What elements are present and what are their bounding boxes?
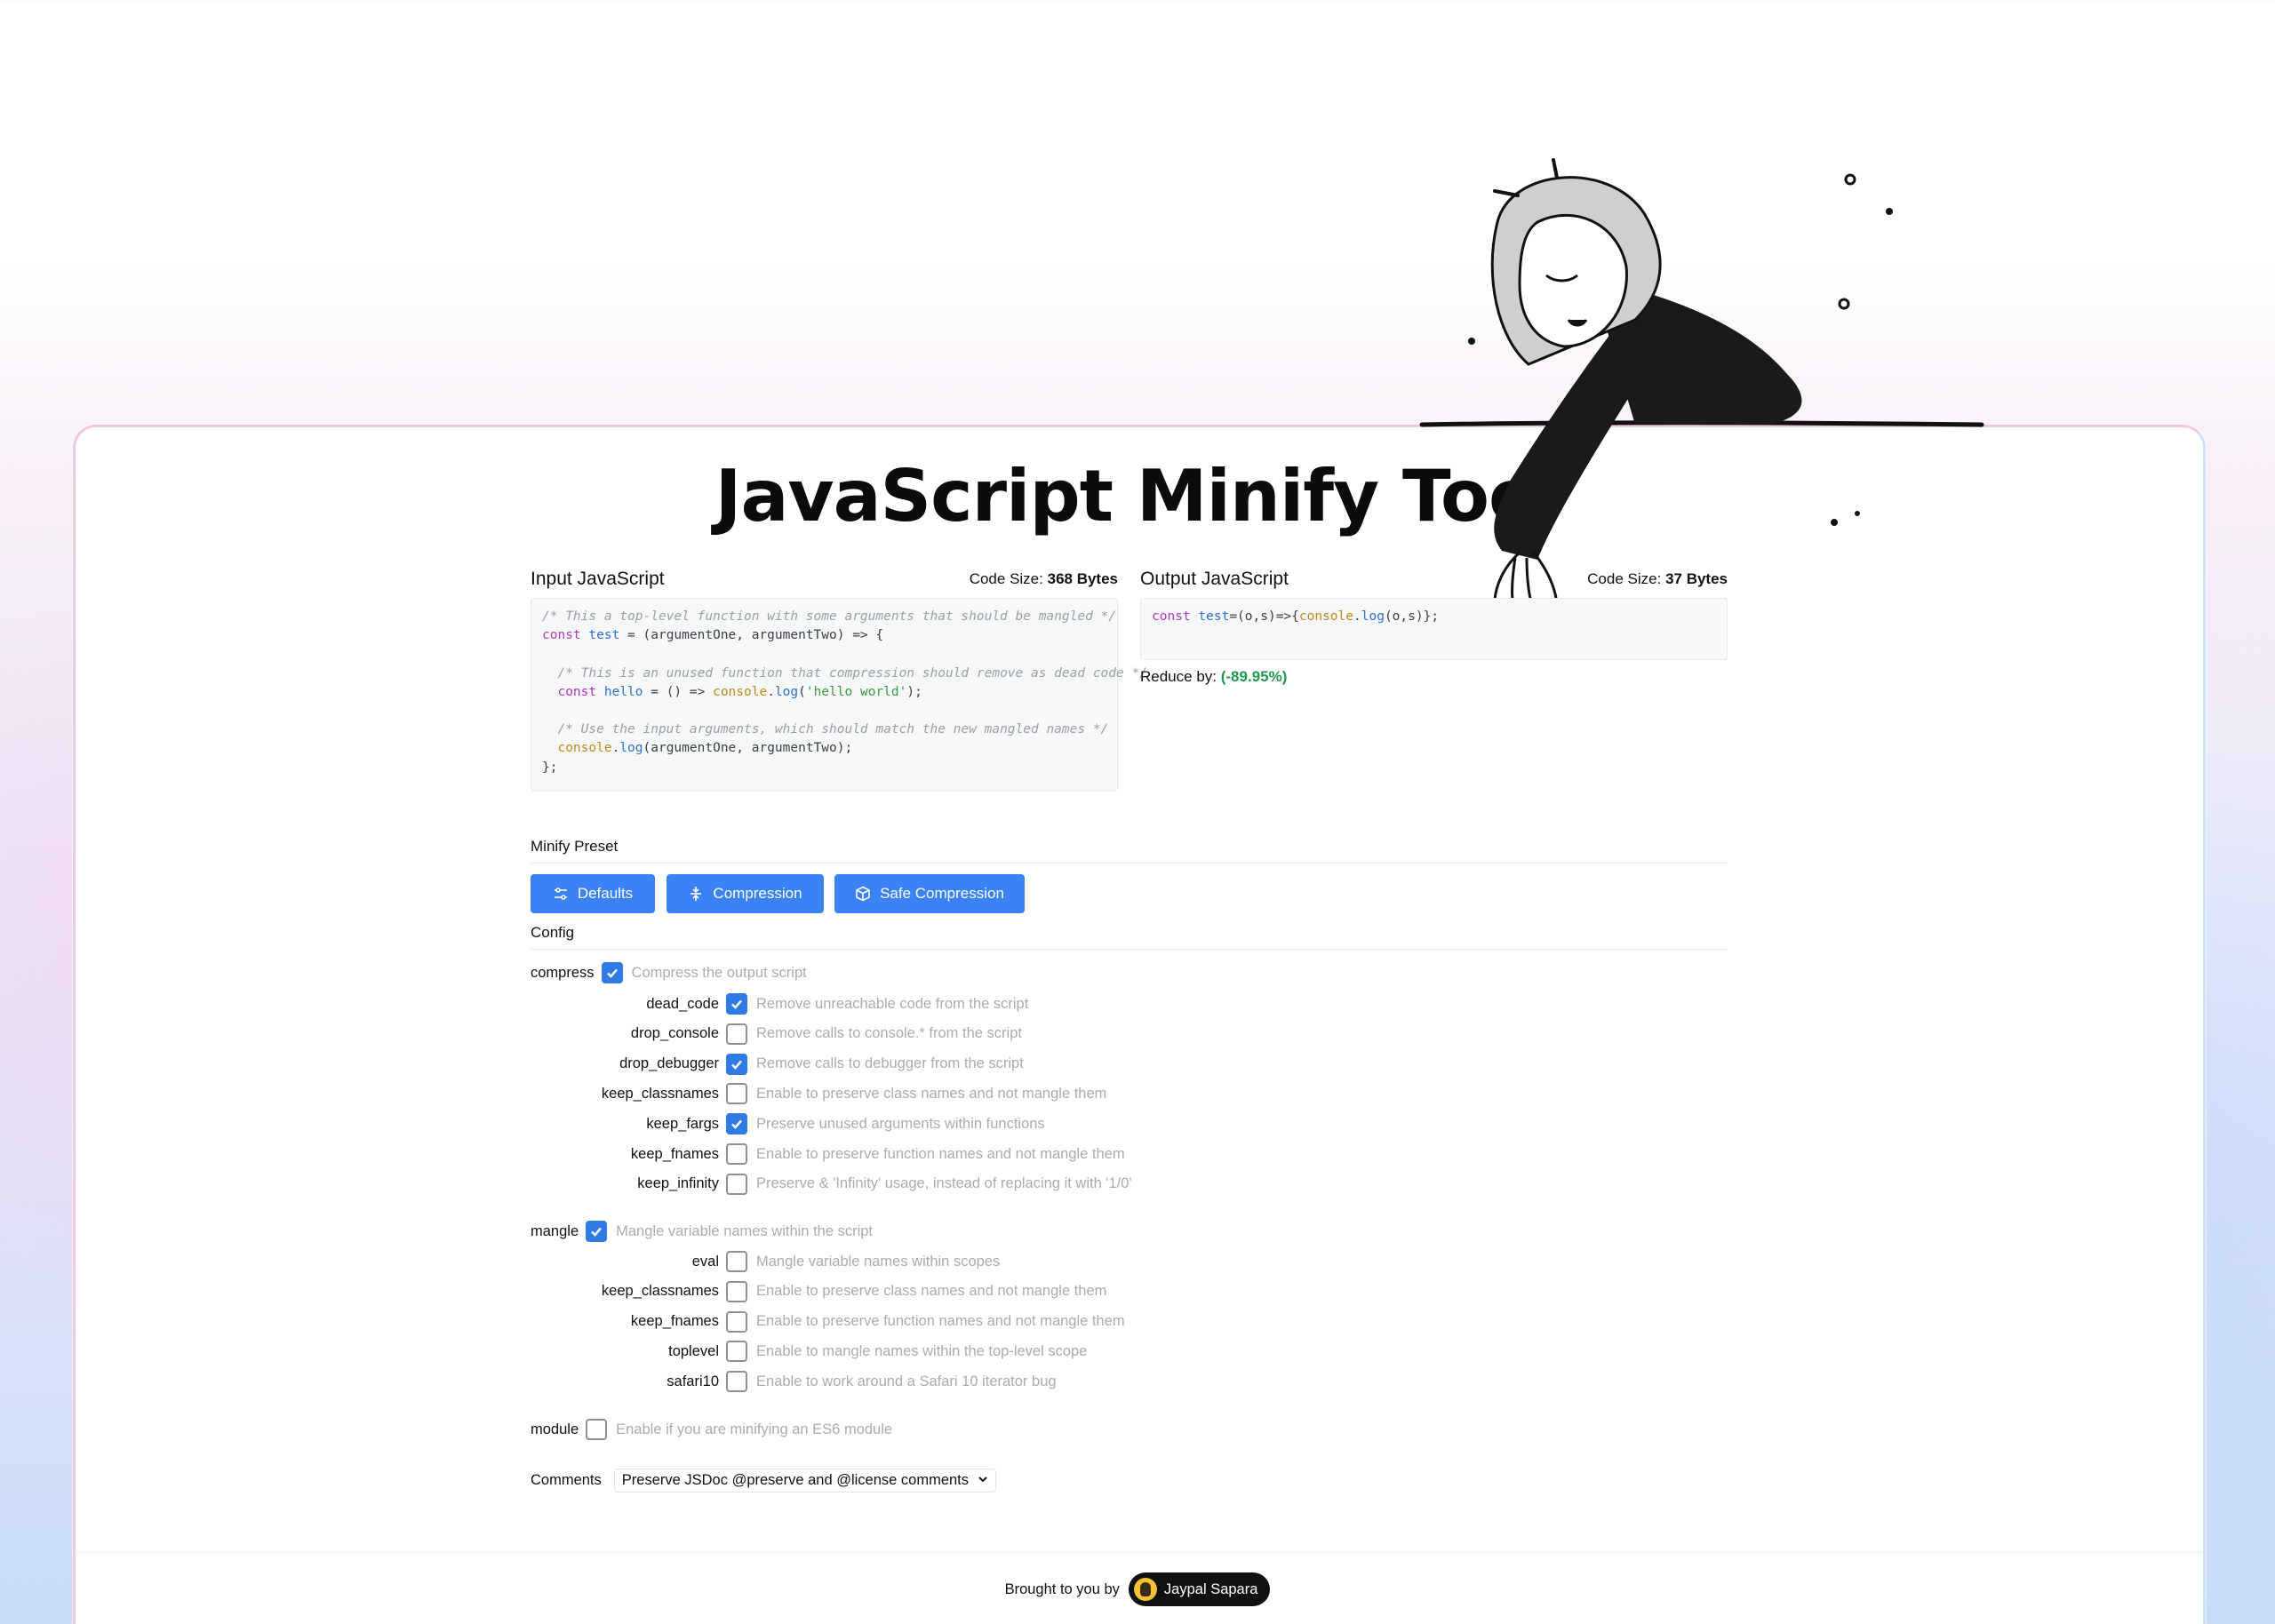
config-row-eval: eval Mangle variable names within scopes	[523, 1249, 1000, 1274]
drop-debugger-checkbox[interactable]	[726, 1053, 747, 1075]
option-name: safari10	[667, 1373, 719, 1389]
option-name: dead_code	[646, 995, 719, 1012]
preset-section-title: Minify Preset	[531, 838, 1728, 864]
compression-button[interactable]: Compression	[667, 874, 824, 913]
option-name: keep_fnames	[630, 1313, 719, 1330]
option-name: keep_fargs	[646, 1115, 719, 1132]
option-description: Remove unreachable code from the script	[756, 995, 1029, 1012]
option-description: Mangle variable names within scopes	[756, 1253, 1001, 1270]
output-header: Output JavaScript Code Size: 37 Bytes	[1140, 565, 1728, 593]
footer-divider	[75, 1552, 2204, 1553]
config-row-keep-fnames: keep_fnames Enable to preserve function n…	[523, 1310, 1125, 1334]
footer: Brought to you by Jaypal Sapara	[0, 1572, 2275, 1606]
safe-compression-button[interactable]: Safe Compression	[834, 874, 1025, 913]
compress-arrows-icon	[688, 886, 704, 902]
option-description: Compress the output script	[631, 964, 807, 981]
option-description: Mangle variable names within the script	[616, 1222, 874, 1239]
option-description: Enable to preserve class names and not m…	[756, 1283, 1107, 1300]
option-description: Enable to preserve function names and no…	[756, 1313, 1125, 1330]
box-icon	[855, 886, 871, 902]
option-name: toplevel	[668, 1342, 719, 1359]
option-name: drop_debugger	[619, 1055, 719, 1072]
option-name: keep_fnames	[630, 1145, 719, 1162]
config-row-drop-console: drop_console Remove calls to console.* fr…	[523, 1022, 1022, 1047]
keep-fnames-checkbox[interactable]	[726, 1143, 747, 1165]
dead-code-checkbox[interactable]	[726, 993, 747, 1015]
option-name: mangle	[531, 1222, 579, 1239]
option-name: keep_classnames	[601, 1283, 719, 1300]
input-header: Input JavaScript Code Size: 368 Bytes	[531, 565, 1118, 593]
config-section-title: Config	[531, 924, 1728, 950]
config-row-keep-infinity: keep_infinity Preserve & 'Infinity' usage…	[523, 1172, 1132, 1197]
option-name: keep_classnames	[601, 1085, 719, 1102]
input-code-editor[interactable]: /* This a top-level function with some a…	[531, 598, 1147, 791]
option-name: compress	[531, 964, 595, 981]
mangle-checkbox[interactable]	[586, 1221, 608, 1242]
keep-fargs-checkbox[interactable]	[726, 1113, 747, 1135]
output-label: Output JavaScript	[1140, 569, 1289, 589]
output-code-size: Code Size: 37 Bytes	[1587, 570, 1728, 587]
option-description: Preserve & 'Infinity' usage, instead of …	[756, 1175, 1132, 1192]
output-code-editor[interactable]: const test=(o,s)=>{console.log(o,s)};	[1140, 598, 1728, 660]
keep-infinity-checkbox[interactable]	[726, 1173, 747, 1195]
eval-checkbox[interactable]	[726, 1251, 747, 1272]
config-row-keep-classnames: keep_classnames Enable to preserve class …	[523, 1081, 1106, 1106]
option-description: Preserve unused arguments within functio…	[756, 1115, 1045, 1132]
avatar	[1133, 1578, 1157, 1601]
chevron-down-icon	[978, 1472, 988, 1489]
option-description: Remove calls to console.* from the scrip…	[756, 1025, 1022, 1042]
drop-console-checkbox[interactable]	[726, 1023, 747, 1045]
option-name: drop_console	[630, 1025, 719, 1042]
option-description: Enable to mangle names within the top-le…	[756, 1342, 1088, 1359]
safari10-checkbox[interactable]	[726, 1371, 747, 1393]
module-checkbox[interactable]	[586, 1419, 608, 1440]
author-link[interactable]: Jaypal Sapara	[1128, 1572, 1271, 1606]
option-name: eval	[691, 1253, 719, 1270]
toplevel-checkbox[interactable]	[726, 1341, 747, 1363]
comments-row: Comments Preserve JSDoc @preserve and @l…	[531, 1468, 997, 1493]
config-row-mangle: mangle Mangle variable names within the s…	[531, 1219, 873, 1244]
config-row-toplevel: toplevel Enable to mangle names within th…	[523, 1339, 1087, 1364]
config-row-drop-debugger: drop_debugger Remove calls to debugger fr…	[523, 1052, 1024, 1077]
option-description: Enable to work around a Safari 10 iterat…	[756, 1373, 1057, 1389]
option-name: keep_infinity	[637, 1175, 719, 1192]
defaults-button[interactable]: Defaults	[531, 874, 655, 913]
comments-label: Comments	[531, 1471, 602, 1488]
keep-fnames-checkbox[interactable]	[726, 1310, 747, 1333]
reduce-stat: Reduce by: (-89.95%)	[1140, 668, 1288, 685]
config-row-keep-fargs: keep_fargs Preserve unused arguments with…	[523, 1111, 1045, 1136]
keep-classnames-checkbox[interactable]	[726, 1280, 747, 1302]
option-description: Enable if you are minifying an ES6 modul…	[616, 1421, 893, 1437]
compress-checkbox[interactable]	[601, 962, 623, 983]
option-description: Remove calls to debugger from the script	[756, 1055, 1024, 1072]
config-row-keep-fnames: keep_fnames Enable to preserve function n…	[523, 1142, 1125, 1166]
keep-classnames-checkbox[interactable]	[726, 1083, 747, 1105]
config-row-compress: compress Compress the output script	[531, 960, 807, 985]
config-row-module: module Enable if you are minifying an ES6…	[531, 1417, 892, 1442]
config-row-dead-code: dead_code Remove unreachable code from th…	[523, 991, 1028, 1016]
input-label: Input JavaScript	[531, 569, 665, 589]
comments-select[interactable]: Preserve JSDoc @preserve and @license co…	[613, 1468, 997, 1493]
option-description: Enable to preserve class names and not m…	[756, 1085, 1107, 1102]
sliders-icon	[553, 886, 569, 902]
option-name: module	[531, 1421, 579, 1437]
config-row-safari10: safari10 Enable to work around a Safari 1…	[523, 1369, 1057, 1394]
config-row-keep-classnames: keep_classnames Enable to preserve class …	[523, 1279, 1106, 1304]
option-description: Enable to preserve function names and no…	[756, 1145, 1125, 1162]
input-code-size: Code Size: 368 Bytes	[969, 570, 1118, 587]
